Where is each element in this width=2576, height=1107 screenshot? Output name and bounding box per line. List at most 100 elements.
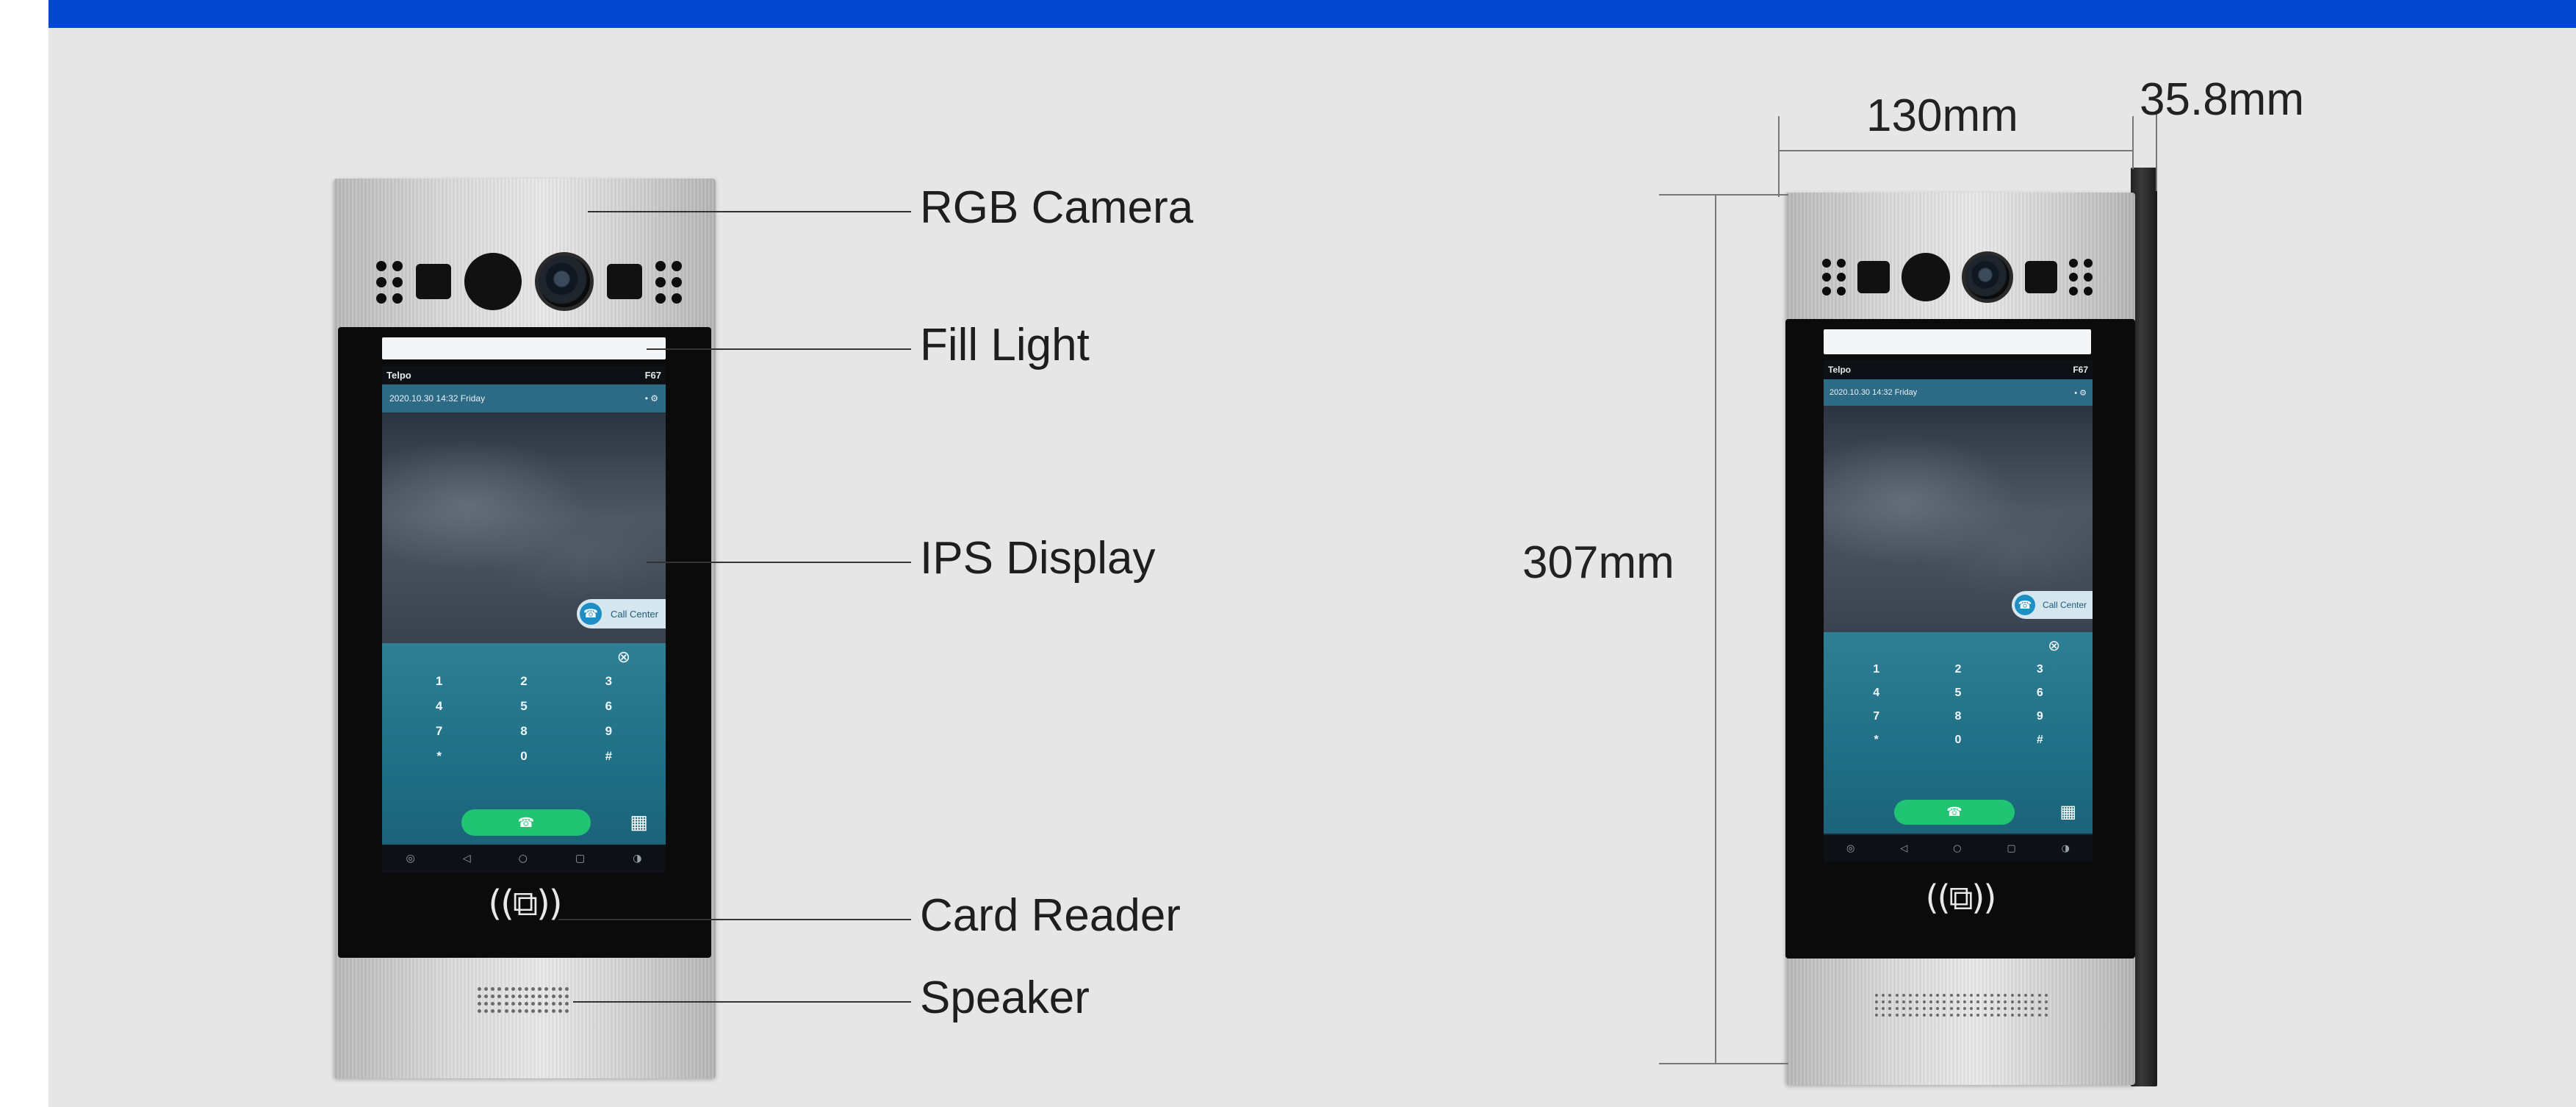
status-bar: Telpo F67 bbox=[382, 365, 666, 384]
front-device: Telpo F67 2020.10.30 14:32 Friday • ⚙ ☎ … bbox=[334, 179, 716, 1078]
camera-module bbox=[376, 252, 682, 311]
camera-callout-line bbox=[588, 211, 911, 212]
key-2-2[interactable]: 2 bbox=[1917, 663, 1998, 676]
key-1-2[interactable]: 1 bbox=[1835, 663, 1917, 676]
nav-extra-icon-2[interactable]: ◑ bbox=[2062, 843, 2070, 854]
key-4-2[interactable]: 4 bbox=[1835, 687, 1917, 700]
dial-keypad-2: ⊗ 1 2 3 4 5 6 7 8 9 * 0 # ☎ ▦ bbox=[1824, 632, 2093, 834]
fill-light-label: Fill Light bbox=[920, 320, 1090, 370]
sensor-left-2 bbox=[1857, 261, 1890, 293]
key-5-2[interactable]: 5 bbox=[1917, 687, 1998, 700]
ir-dots-left-2 bbox=[1822, 259, 1846, 295]
datetime-label-2: 2020.10.30 14:32 Friday bbox=[1830, 388, 1918, 397]
nav-recent-icon-2[interactable]: ▢ bbox=[2007, 843, 2015, 854]
key-1[interactable]: 1 bbox=[397, 674, 481, 689]
speaker-grille-2 bbox=[1875, 994, 2048, 1017]
android-nav-bar: ◎ ◁ ○ ▢ ◑ bbox=[382, 845, 666, 873]
key-star[interactable]: * bbox=[397, 749, 481, 764]
nav-circle-icon-2[interactable]: ◎ bbox=[1846, 843, 1854, 854]
key-0-2[interactable]: 0 bbox=[1917, 734, 1998, 747]
width-dim-line bbox=[1778, 150, 2134, 151]
dialpad-icon-2[interactable]: ▦ bbox=[2059, 801, 2076, 823]
dial-call-button-2[interactable]: ☎ bbox=[1894, 800, 2015, 825]
brand-label: Telpo bbox=[386, 369, 411, 381]
nav-home-icon-2[interactable]: ○ bbox=[1953, 843, 1961, 854]
key-0[interactable]: 0 bbox=[481, 749, 566, 764]
nav-back-icon[interactable]: ◁ bbox=[463, 853, 471, 864]
key-hash[interactable]: # bbox=[566, 749, 651, 764]
width-dim-tick-left bbox=[1778, 116, 1780, 197]
call-center-button[interactable]: ☎ Call Center bbox=[576, 599, 666, 628]
key-7-2[interactable]: 7 bbox=[1835, 710, 1917, 723]
nav-extra-icon[interactable]: ◑ bbox=[633, 853, 641, 864]
date-bar-2: 2020.10.30 14:32 Friday • ⚙ bbox=[1824, 379, 2093, 406]
android-nav-bar-2: ◎ ◁ ○ ▢ ◑ bbox=[1824, 835, 2093, 861]
nav-home-icon[interactable]: ○ bbox=[519, 853, 528, 864]
fill-light-callout-line bbox=[647, 348, 911, 350]
dial-keypad: ⊗ 1 2 3 4 5 6 7 8 9 * 0 # ☎ ▦ bbox=[382, 643, 666, 845]
nav-back-icon-2[interactable]: ◁ bbox=[1900, 843, 1907, 854]
call-phone-icon-2: ☎ bbox=[1946, 805, 1962, 819]
call-center-label-2: Call Center bbox=[2042, 600, 2087, 610]
ips-display-2: Telpo F67 2020.10.30 14:32 Friday • ⚙ ☎ … bbox=[1824, 360, 2093, 861]
dial-call-button[interactable]: ☎ bbox=[461, 809, 591, 836]
dialpad-icon[interactable]: ▦ bbox=[630, 811, 648, 834]
call-phone-icon: ☎ bbox=[517, 814, 535, 830]
call-center-button-2[interactable]: ☎ Call Center bbox=[2011, 591, 2093, 619]
key-8[interactable]: 8 bbox=[481, 724, 566, 739]
rgb-camera-label: RGB Camera bbox=[920, 182, 1194, 233]
key-8-2[interactable]: 8 bbox=[1917, 710, 1998, 723]
status-bar-2: Telpo F67 bbox=[1824, 360, 2093, 379]
brand-label-2: Telpo bbox=[1828, 365, 1852, 375]
height-dim-line bbox=[1715, 194, 1716, 1064]
sensor-left bbox=[416, 264, 451, 299]
key-9-2[interactable]: 9 bbox=[1999, 710, 2081, 723]
ir-dots-right bbox=[655, 261, 682, 304]
clear-icon[interactable]: ⊗ bbox=[617, 648, 630, 667]
card-reader-label: Card Reader bbox=[920, 890, 1181, 941]
fill-light-strip-2 bbox=[1824, 329, 2091, 354]
card-reader-symbol-2: ((⧉)) bbox=[1925, 878, 1997, 917]
width-dimension: 130mm bbox=[1866, 90, 2018, 141]
key-3-2[interactable]: 3 bbox=[1999, 663, 2081, 676]
speaker-callout-line bbox=[573, 1001, 911, 1003]
nav-circle-icon[interactable]: ◎ bbox=[406, 853, 415, 864]
clear-icon-2[interactable]: ⊗ bbox=[2048, 637, 2060, 655]
nav-recent-icon[interactable]: ▢ bbox=[575, 853, 585, 864]
speaker-grille bbox=[478, 987, 569, 1013]
ir-lens-2 bbox=[1902, 253, 1950, 301]
key-4[interactable]: 4 bbox=[397, 699, 481, 714]
key-2[interactable]: 2 bbox=[481, 674, 566, 689]
key-star-2[interactable]: * bbox=[1835, 734, 1917, 747]
ips-display-label: IPS Display bbox=[920, 533, 1156, 584]
sensor-right-2 bbox=[2025, 261, 2057, 293]
key-3[interactable]: 3 bbox=[566, 674, 651, 689]
date-bar: 2020.10.30 14:32 Friday • ⚙ bbox=[382, 384, 666, 412]
key-grid: 1 2 3 4 5 6 7 8 9 * 0 # bbox=[397, 674, 651, 764]
ir-dots-right-2 bbox=[2069, 259, 2093, 295]
key-5[interactable]: 5 bbox=[481, 699, 566, 714]
ir-lens bbox=[464, 253, 522, 310]
top-banner bbox=[48, 0, 2576, 28]
key-9[interactable]: 9 bbox=[566, 724, 651, 739]
rgb-camera-lens bbox=[535, 252, 594, 311]
model-label: F67 bbox=[644, 369, 661, 381]
camera-module-2 bbox=[1822, 251, 2093, 303]
height-dim-tick-bottom bbox=[1659, 1063, 1788, 1064]
status-icons: • ⚙ bbox=[644, 393, 658, 404]
model-label-2: F67 bbox=[2073, 365, 2088, 375]
card-reader-callout-line bbox=[558, 919, 911, 920]
key-6-2[interactable]: 6 bbox=[1999, 687, 2081, 700]
depth-dimension: 35.8mm bbox=[2140, 74, 2304, 125]
key-6[interactable]: 6 bbox=[566, 699, 651, 714]
status-icons-2: • ⚙ bbox=[2074, 388, 2087, 398]
angled-glass-panel: Telpo F67 2020.10.30 14:32 Friday • ⚙ ☎ … bbox=[1785, 319, 2135, 959]
key-hash-2[interactable]: # bbox=[1999, 734, 2081, 747]
key-7[interactable]: 7 bbox=[397, 724, 481, 739]
speaker-label: Speaker bbox=[920, 972, 1090, 1023]
ir-dots-left bbox=[376, 261, 403, 304]
datetime-label: 2020.10.30 14:32 Friday bbox=[389, 393, 486, 404]
ips-display: Telpo F67 2020.10.30 14:32 Friday • ⚙ ☎ … bbox=[382, 365, 666, 873]
call-center-label: Call Center bbox=[610, 608, 658, 620]
display-callout-line bbox=[647, 562, 911, 563]
